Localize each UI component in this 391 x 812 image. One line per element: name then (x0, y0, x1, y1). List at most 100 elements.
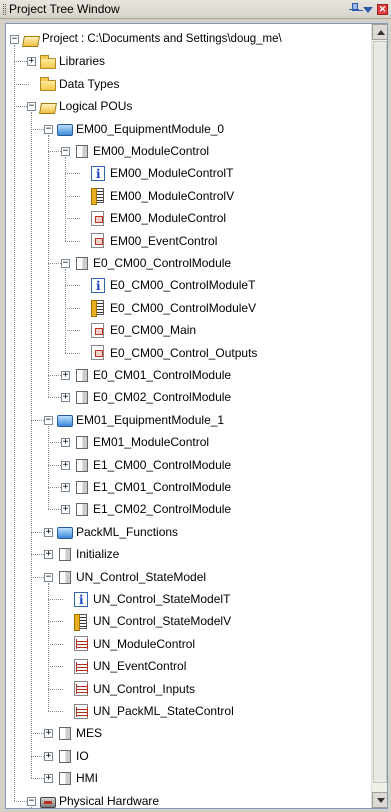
tree-item[interactable]: E0_CM02_ControlModule (74, 387, 231, 407)
code-icon (91, 345, 104, 361)
collapse-icon[interactable]: − (27, 796, 36, 806)
drag-grip[interactable] (3, 3, 6, 15)
tree-item[interactable]: Physical Hardware (40, 791, 159, 808)
ladder-icon (74, 703, 88, 719)
tree-item[interactable]: Logical POUs (39, 96, 132, 116)
collapse-icon[interactable]: − (10, 35, 19, 44)
tree-connector (48, 582, 49, 711)
collapse-icon[interactable]: − (61, 259, 70, 268)
collapse-icon[interactable]: − (44, 572, 53, 582)
expand-icon[interactable]: + (61, 438, 70, 448)
tree-item[interactable]: EM00_ModuleControl (74, 141, 209, 161)
expand-icon[interactable]: + (44, 729, 53, 739)
tree-item[interactable]: E0_CM00_ControlModuleV (91, 298, 256, 318)
tree-item[interactable]: UN_ModuleControl (74, 634, 195, 654)
tree-item-label: EM00_EquipmentModule_0 (76, 121, 225, 136)
ladder-icon (74, 681, 88, 697)
tree-item[interactable]: UN_EventControl (74, 656, 186, 676)
expand-icon[interactable]: + (44, 527, 53, 537)
tree-item-label: E1_CM01_ControlModule (93, 480, 232, 494)
collapse-icon[interactable]: − (44, 124, 53, 134)
close-icon[interactable]: ✕ (377, 3, 388, 15)
expand-icon[interactable]: + (61, 393, 70, 403)
tree-item[interactable]: E0_CM00_ControlModule (74, 253, 231, 273)
tree-connector (65, 157, 66, 241)
blue-folder-icon (57, 415, 73, 428)
tree-connector (65, 269, 66, 353)
info-icon (74, 591, 88, 607)
expand-icon[interactable]: + (44, 774, 53, 784)
module-icon (76, 503, 88, 517)
expand-icon[interactable]: + (27, 57, 36, 67)
tree-item[interactable]: E0_CM01_ControlModule (74, 365, 231, 385)
module-icon (76, 145, 88, 158)
expand-icon[interactable]: + (44, 550, 53, 560)
tree-item-label: HMI (76, 771, 98, 786)
collapse-icon[interactable]: − (44, 415, 53, 425)
scrollbar-thumb[interactable] (373, 41, 387, 783)
expand-icon[interactable]: + (44, 751, 53, 761)
tree-item[interactable]: Libraries (40, 51, 105, 71)
tree-item[interactable]: EM00_EquipmentModule_0 (57, 119, 224, 139)
expand-icon[interactable]: + (61, 371, 70, 380)
tree-item[interactable]: E0_CM00_ControlModuleT (91, 275, 255, 295)
tree-item[interactable]: UN_PackML_StateControl (74, 701, 234, 721)
tree-item[interactable]: E1_CM02_ControlModule (74, 499, 231, 519)
tree-item[interactable]: E0_CM00_Control_Outputs (91, 343, 257, 363)
tree-item[interactable]: UN_Control_StateModel (57, 567, 206, 587)
module-icon (59, 749, 71, 763)
module-icon (59, 772, 71, 786)
tree-item[interactable]: IO (57, 746, 89, 766)
module-icon (76, 391, 88, 405)
expand-icon[interactable]: + (61, 483, 70, 492)
tree-item[interactable]: EM01_ModuleControl (74, 432, 209, 452)
tree-item-label: UN_PackML_StateControl (93, 704, 234, 718)
scroll-down-icon[interactable] (372, 792, 387, 808)
tree-item[interactable]: EM00_EventControl (91, 231, 217, 251)
tree-item[interactable]: UN_Control_StateModelT (74, 589, 230, 609)
tree-item[interactable]: UN_Control_StateModelV (74, 611, 231, 631)
tree-connector (65, 285, 80, 287)
tree-item-label: Data Types (59, 76, 120, 91)
tree-connector (48, 643, 63, 645)
tree-connector (48, 711, 63, 712)
tree-item[interactable]: UN_Control_Inputs (74, 679, 195, 699)
pin-icon[interactable] (349, 3, 359, 15)
expand-icon[interactable]: + (61, 505, 70, 515)
tree-item[interactable]: E1_CM01_ControlModule (74, 477, 231, 497)
blue-folder-icon (57, 527, 73, 540)
expand-icon[interactable]: + (61, 460, 70, 470)
tree-item[interactable]: Initialize (57, 544, 119, 564)
tree-item[interactable]: Project : C:\Documents and Settings\doug… (22, 29, 282, 49)
tree-item[interactable]: E0_CM00_Main (91, 320, 196, 340)
scroll-up-icon[interactable] (372, 24, 387, 40)
tree-item-label: E1_CM02_ControlModule (93, 502, 232, 517)
tree-connector (65, 173, 80, 175)
module-icon (76, 369, 88, 382)
tree-item[interactable]: MES (57, 723, 102, 743)
vertical-scrollbar[interactable] (371, 24, 387, 808)
tree-item[interactable]: PackML_Functions (57, 522, 178, 542)
tree-item[interactable]: EM00_ModuleControl (91, 208, 226, 228)
title-bar[interactable]: Project Tree Window ✕ (0, 0, 391, 19)
tree-item[interactable]: Data Types (40, 74, 119, 94)
window-title: Project Tree Window (9, 2, 120, 16)
tree-item-label: UN_Control_Inputs (93, 681, 196, 696)
tree-item[interactable]: EM00_ModuleControlT (91, 163, 233, 183)
chevron-down-icon[interactable] (363, 7, 373, 13)
tree-item-label: E0_CM00_Control_Outputs (110, 345, 258, 360)
tree-connector (14, 45, 15, 801)
module-icon (59, 727, 71, 741)
tree-connector (48, 621, 63, 623)
tree-connector (48, 666, 63, 668)
tree-item[interactable]: E1_CM00_ControlModule (74, 455, 231, 475)
tree-item[interactable]: EM01_EquipmentModule_1 (57, 410, 224, 430)
tree-item-label: Initialize (76, 547, 120, 562)
tree-item-label: UN_ModuleControl (93, 636, 196, 651)
tree-connector (14, 83, 29, 85)
tree-item[interactable]: HMI (57, 768, 98, 788)
collapse-icon[interactable]: − (61, 147, 70, 156)
tree-item-label: EM00_ModuleControlT (110, 166, 234, 181)
collapse-icon[interactable]: − (27, 102, 36, 112)
tree-item[interactable]: EM00_ModuleControlV (91, 186, 234, 206)
